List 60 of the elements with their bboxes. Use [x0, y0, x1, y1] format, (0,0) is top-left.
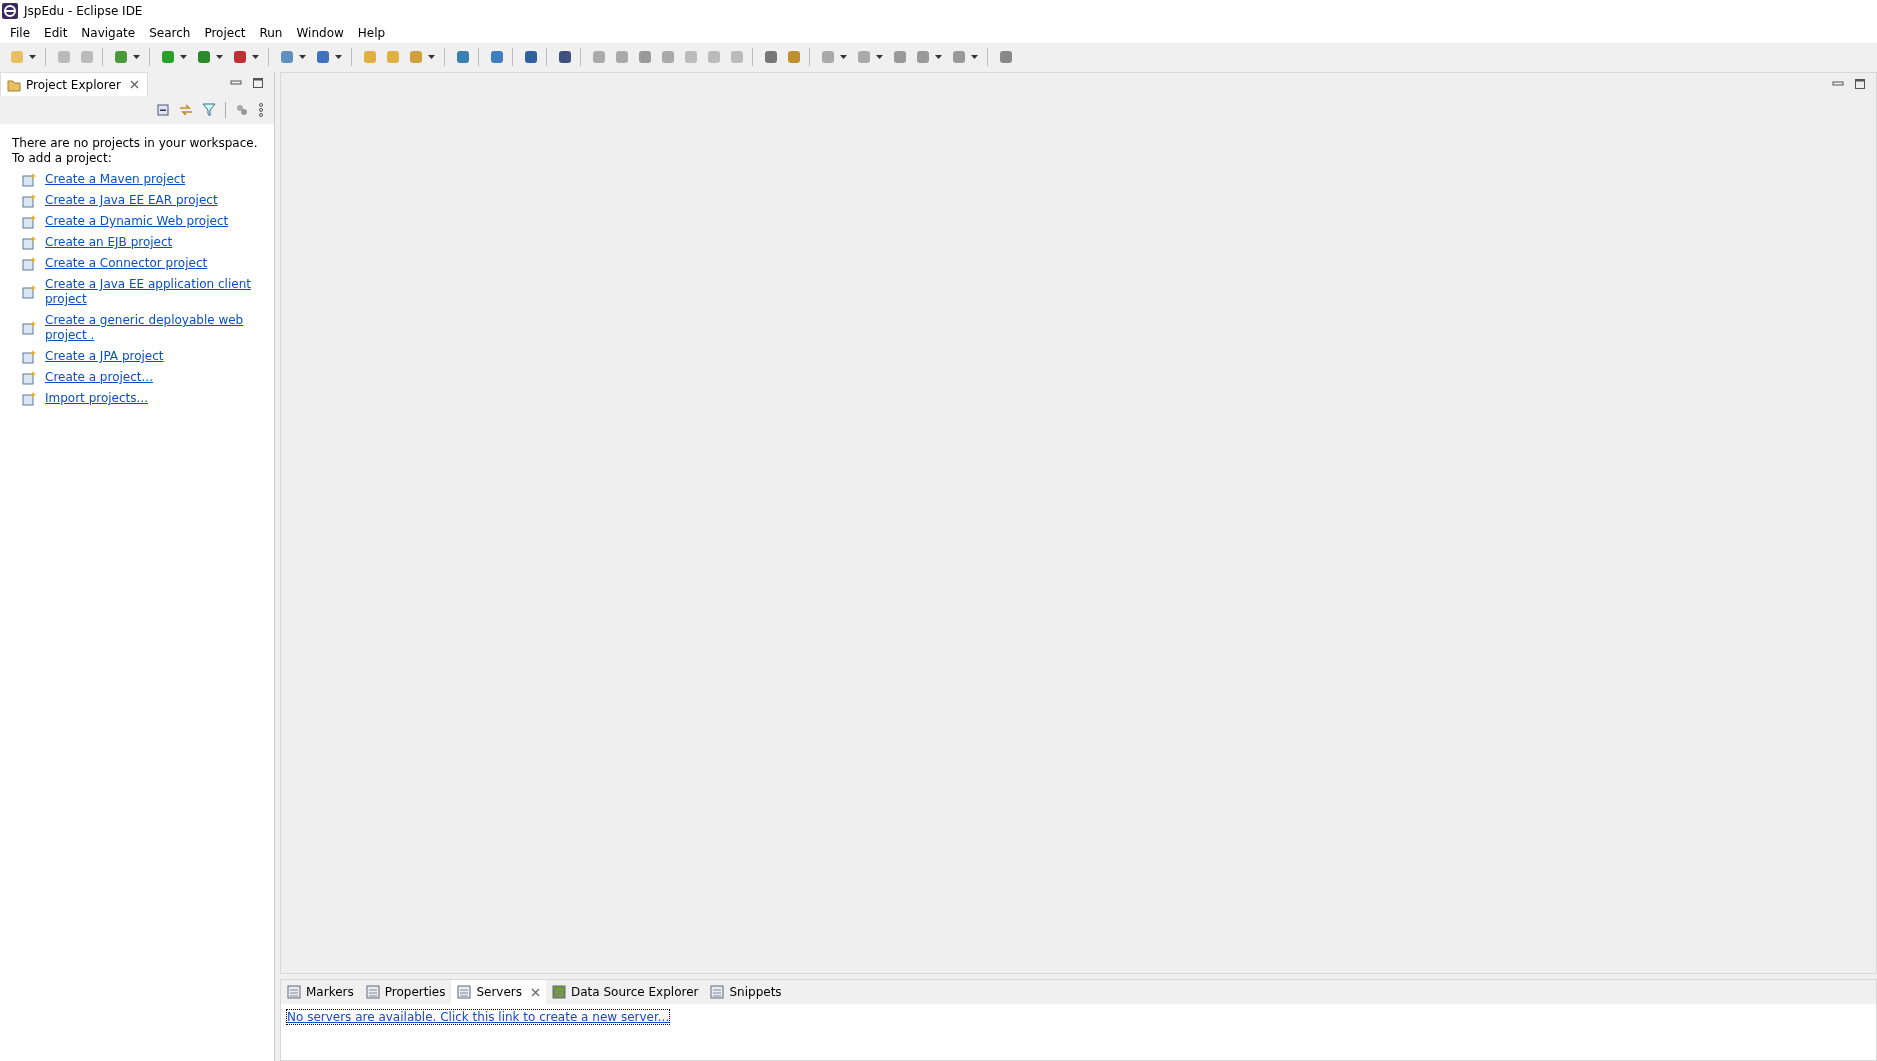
create-project-link[interactable]: Create a JPA project: [45, 349, 263, 364]
project-icon: [22, 391, 36, 406]
create-server-link[interactable]: No servers are available. Click this link to create a new server...: [287, 1010, 670, 1024]
view-tab[interactable]: Properties: [359, 980, 452, 1004]
maximize-icon[interactable]: [252, 77, 264, 89]
project-icon: [22, 256, 36, 271]
project-icon: [22, 349, 36, 364]
caret-icon[interactable]: [299, 54, 306, 59]
create-project-link[interactable]: Create a generic deployable web project .: [45, 313, 263, 343]
caret-icon[interactable]: [876, 54, 883, 59]
info-text: To add a project:: [12, 151, 113, 166]
create-project-link[interactable]: Create an EJB project: [45, 235, 263, 250]
create-project-link[interactable]: Create a Java EE EAR project: [45, 193, 263, 208]
info-text: There are no projects in your workspace.: [12, 136, 259, 151]
caret-icon[interactable]: [216, 54, 223, 59]
caret-icon[interactable]: [133, 54, 140, 59]
caret-icon[interactable]: [335, 54, 342, 59]
filter-icon[interactable]: [202, 103, 216, 117]
menu-item[interactable]: Project: [197, 25, 253, 40]
project-icon: [22, 235, 36, 250]
menu-item[interactable]: Search: [142, 25, 198, 40]
caret-icon[interactable]: [971, 54, 978, 59]
maximize-icon[interactable]: [1854, 78, 1866, 90]
create-project-link[interactable]: Create a project...: [45, 370, 263, 385]
project-icon: [22, 370, 36, 385]
window-title: JspEdu - Eclipse IDE: [24, 4, 143, 18]
create-project-link[interactable]: Create a Maven project: [45, 172, 263, 187]
view-tab[interactable]: Data Source Explorer: [546, 980, 705, 1004]
view-tab[interactable]: Servers: [451, 980, 546, 1004]
menu-item[interactable]: Window: [289, 25, 351, 40]
project-icon: [22, 285, 36, 299]
create-project-link[interactable]: Create a Connector project: [45, 256, 263, 271]
project-icon: [22, 214, 36, 229]
circles-icon[interactable]: [235, 103, 249, 117]
create-project-link[interactable]: Import projects...: [45, 391, 263, 406]
caret-icon[interactable]: [840, 54, 847, 59]
menu-item[interactable]: Help: [350, 25, 393, 40]
caret-icon[interactable]: [180, 54, 187, 59]
create-project-link[interactable]: Create a Dynamic Web project: [45, 214, 263, 229]
close-icon[interactable]: [531, 987, 540, 997]
project-icon: [22, 193, 36, 208]
view-tab[interactable]: Markers: [281, 980, 360, 1004]
menu-item[interactable]: File: [3, 25, 38, 40]
caret-icon[interactable]: [428, 54, 435, 59]
caret-icon[interactable]: [29, 54, 36, 59]
link-arrows-icon[interactable]: [179, 103, 193, 117]
collapse-all-icon[interactable]: [156, 103, 170, 117]
menu-item[interactable]: Run: [252, 25, 290, 40]
close-icon[interactable]: [129, 80, 139, 89]
view-tab[interactable]: Snippets: [704, 980, 788, 1004]
view-menu-icon[interactable]: [258, 103, 264, 117]
project-icon: [22, 321, 36, 335]
table-icon: [365, 985, 380, 999]
project-explorer-tab[interactable]: Project Explorer: [0, 72, 148, 96]
project-icon: [22, 172, 36, 187]
menu-item[interactable]: Navigate: [74, 25, 143, 40]
menu-item[interactable]: Edit: [37, 25, 75, 40]
caret-icon[interactable]: [935, 54, 942, 59]
caret-icon[interactable]: [252, 54, 259, 59]
create-project-link[interactable]: Create a Java EE application client project: [45, 277, 263, 307]
